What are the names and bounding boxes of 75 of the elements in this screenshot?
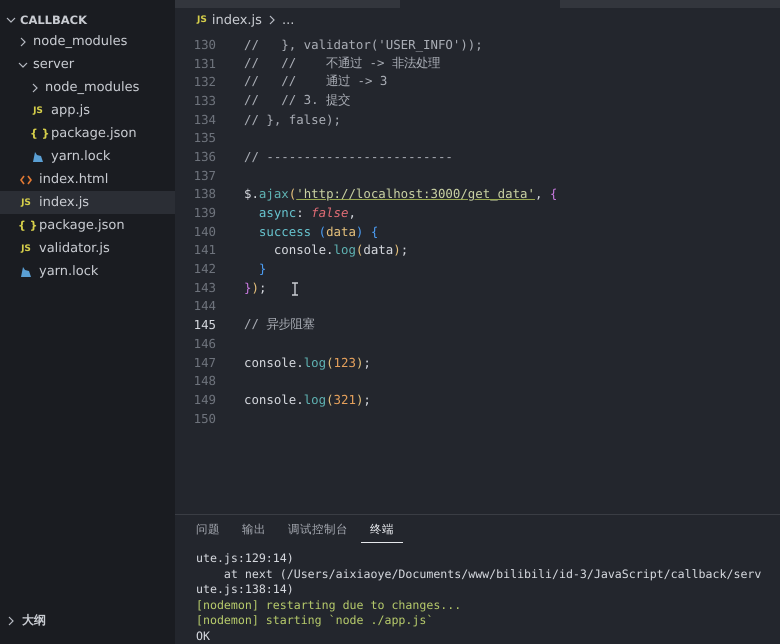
code-line: console.log(321); <box>244 392 371 407</box>
braces-icon: { } <box>30 127 46 140</box>
panel-tab[interactable]: 终端 <box>361 516 403 543</box>
code-line: success (data) { <box>258 224 378 239</box>
file-tree-item[interactable]: JS validator.js <box>0 237 175 260</box>
chevron-icon[interactable] <box>6 616 16 626</box>
line-number: 137 <box>192 168 216 183</box>
code-line: // }, false); <box>244 112 341 127</box>
file-tree-item[interactable]: { }package.json <box>0 122 175 145</box>
explorer-title[interactable]: CALLBACK <box>20 13 88 27</box>
code-line: } <box>258 261 266 276</box>
chevron-icon[interactable] <box>18 36 28 46</box>
line-number: 132 <box>192 74 216 90</box>
file-tree-item[interactable]: node_modules <box>0 76 175 99</box>
line-number: 139 <box>192 205 216 220</box>
line-number: 134 <box>192 112 216 127</box>
line-number: 145 <box>192 317 216 332</box>
line-number: 142 <box>192 261 216 276</box>
file-tree-item[interactable]: JS index.js <box>0 191 175 214</box>
terminal-line: [nodemon] starting `node ./app.js` <box>196 613 434 628</box>
line-number: 150 <box>192 410 216 426</box>
js-file-icon: JS <box>18 244 34 254</box>
terminal-line: OK <box>196 628 211 644</box>
line-number: 140 <box>192 224 216 239</box>
line-number: 136 <box>192 148 216 164</box>
line-number: 144 <box>192 298 216 314</box>
file-tree-item[interactable]: yarn.lock <box>0 145 175 168</box>
panel-tab[interactable]: 问题 <box>187 516 229 543</box>
code-line: $.ajax('http://localhost:3000/get_data', { <box>244 186 558 202</box>
terminal-line: ute.js:138:14) <box>196 582 295 598</box>
line-number: 133 <box>192 92 216 108</box>
line-number: 148 <box>192 373 216 388</box>
file-tree-item[interactable]: { }package.json <box>0 214 175 237</box>
code-line: // // 通过 -> 3 <box>244 73 388 90</box>
code-line: // }, validator('USER_INFO')); <box>244 36 483 52</box>
chevron-icon[interactable] <box>6 15 16 25</box>
chevron-icon[interactable] <box>266 15 277 25</box>
code-line: async: false, <box>258 205 356 220</box>
code-line: console.log(data); <box>272 242 408 258</box>
line-number: 130 <box>192 36 216 52</box>
js-file-icon: JS <box>18 198 34 208</box>
chevron-icon[interactable] <box>30 82 40 92</box>
line-number: 131 <box>192 56 216 71</box>
code-line: // // 不通过 -> 非法处理 <box>244 54 440 72</box>
code-line: // ------------------------- <box>244 148 453 164</box>
js-file-icon: JS <box>30 106 46 116</box>
breadcrumb-item[interactable]: ... <box>282 12 294 28</box>
file-tree-item[interactable]: node_modules <box>0 30 175 53</box>
code-line: console.log(123); <box>244 354 371 370</box>
outline-section-header[interactable]: 大纲 <box>0 609 175 632</box>
line-number: 146 <box>192 336 216 351</box>
breadcrumb-item[interactable]: index.js <box>212 12 262 28</box>
panel-tab[interactable]: 输出 <box>233 516 275 543</box>
code-line: // // 3. 提交 <box>244 92 350 109</box>
file-tree-item[interactable]: server <box>0 53 175 76</box>
code-line: }); <box>244 280 266 295</box>
file-tree-item[interactable]: yarn.lock <box>0 260 175 283</box>
text-cursor-icon <box>291 282 299 296</box>
panel-tab[interactable]: 调试控制台 <box>279 516 357 543</box>
line-number: 141 <box>192 242 216 258</box>
terminal-line: at next (/Users/aixiaoye/Documents/www/bilibili/id-3/JavaScript/callback/serv <box>222 566 762 582</box>
line-number: 147 <box>192 354 216 370</box>
line-number: 135 <box>192 130 216 146</box>
line-number: 138 <box>192 186 216 202</box>
line-number: 143 <box>192 280 216 295</box>
file-tree-item[interactable]: index.html <box>0 168 175 191</box>
code-brackets-icon <box>20 174 32 184</box>
terminal-line: [nodemon] restarting due to changes... <box>196 598 462 613</box>
line-number: 149 <box>192 392 216 407</box>
code-line: // 异步阻塞 <box>244 316 314 334</box>
terminal-line: ute.js:129:14) <box>196 551 295 566</box>
chevron-icon[interactable] <box>18 60 28 70</box>
js-file-icon: JS <box>197 15 207 25</box>
file-tree-item[interactable]: JS app.js <box>0 99 175 122</box>
braces-icon: { } <box>18 219 34 232</box>
